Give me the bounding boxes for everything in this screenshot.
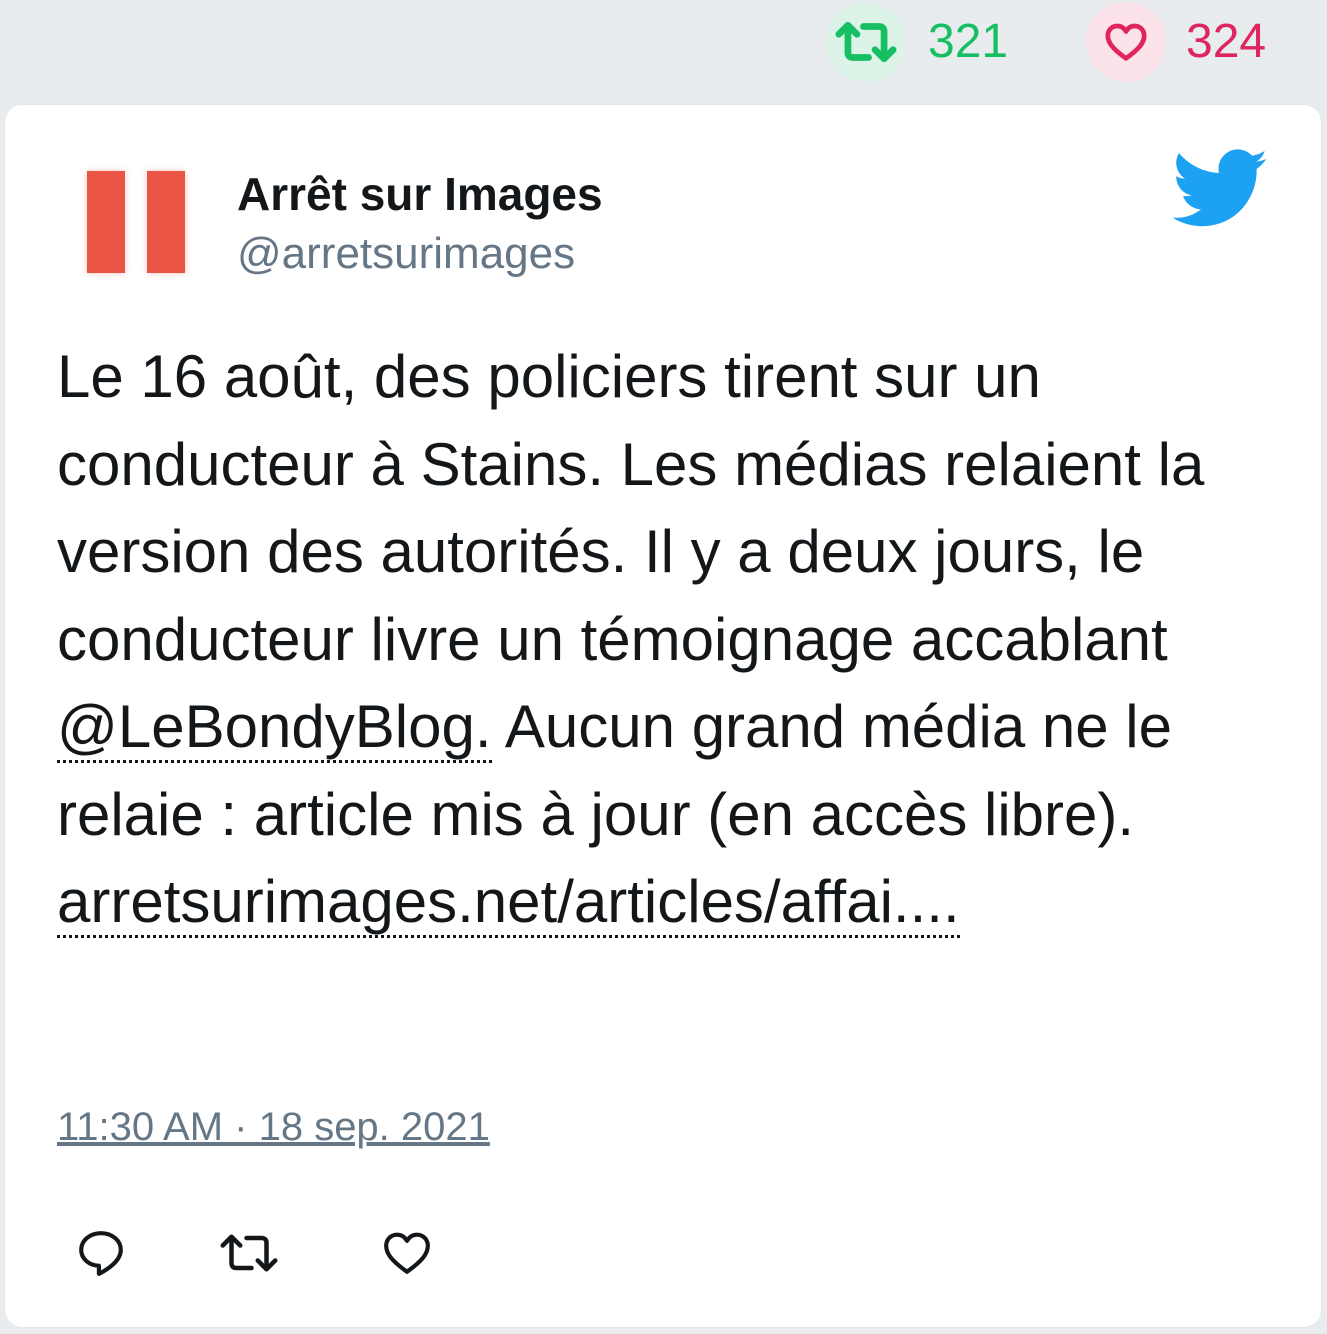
- tweet-text: Le 16 août, des policiers tirent sur un …: [57, 333, 1287, 946]
- mention-link[interactable]: @LeBondyBlog.: [57, 693, 492, 763]
- heart-icon[interactable]: [1086, 2, 1166, 82]
- twitter-bird-icon[interactable]: [1172, 149, 1269, 229]
- avatar-logo-bar: [87, 171, 125, 273]
- reply-icon[interactable]: [71, 1223, 131, 1283]
- engagement-stats-bar: 321 324: [0, 0, 1327, 100]
- author-handle[interactable]: @arretsurimages: [237, 229, 575, 279]
- retweet-stat[interactable]: 321: [826, 0, 1008, 84]
- like-stat[interactable]: 324: [1086, 0, 1266, 84]
- retweet-icon[interactable]: [826, 2, 906, 82]
- retweet-icon[interactable]: [219, 1223, 279, 1283]
- article-link[interactable]: arretsurimages.net/articles/affai....: [57, 868, 960, 938]
- avatar[interactable]: [77, 163, 195, 281]
- author-name[interactable]: Arrêt sur Images: [237, 167, 603, 221]
- retweet-count: 321: [928, 15, 1009, 68]
- tweet-timestamp[interactable]: 11:30 AM · 18 sep. 2021: [57, 1105, 490, 1150]
- heart-icon[interactable]: [377, 1223, 437, 1283]
- tweet-text-part: Le 16 août, des policiers tirent sur un …: [57, 343, 1205, 673]
- avatar-logo-bar: [147, 171, 185, 273]
- tweet-card: Arrêt sur Images @arretsurimages Le 16 a…: [4, 104, 1322, 1328]
- like-count: 324: [1186, 15, 1267, 68]
